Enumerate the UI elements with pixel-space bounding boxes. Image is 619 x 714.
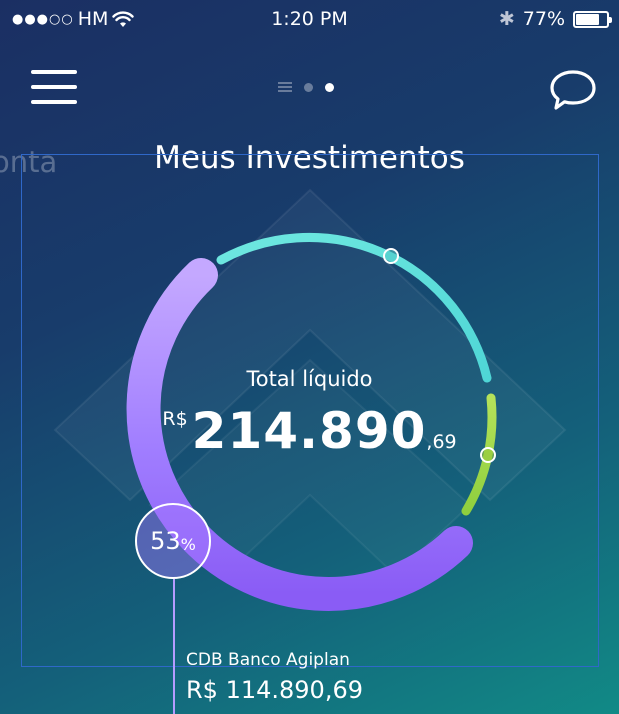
percentage-number: 53 [150, 527, 181, 555]
total-cents: ,69 [426, 431, 457, 453]
total-label: Total líquido [246, 367, 373, 391]
pointer-line [173, 579, 175, 714]
total-value: R$214.890,69 [0, 402, 619, 460]
percentage-badge[interactable]: 53% [135, 503, 211, 579]
investments-donut-chart[interactable] [0, 0, 619, 714]
total-amount: 214.890 [191, 402, 427, 460]
investment-name: CDB Banco Agiplan [186, 650, 350, 670]
percentage-sign: % [180, 534, 196, 554]
investment-value: R$ 114.890,69 [186, 676, 363, 704]
total-currency: R$ [162, 408, 188, 430]
segment-marker-2[interactable] [383, 248, 399, 264]
segment-investment-2[interactable] [216, 232, 492, 383]
